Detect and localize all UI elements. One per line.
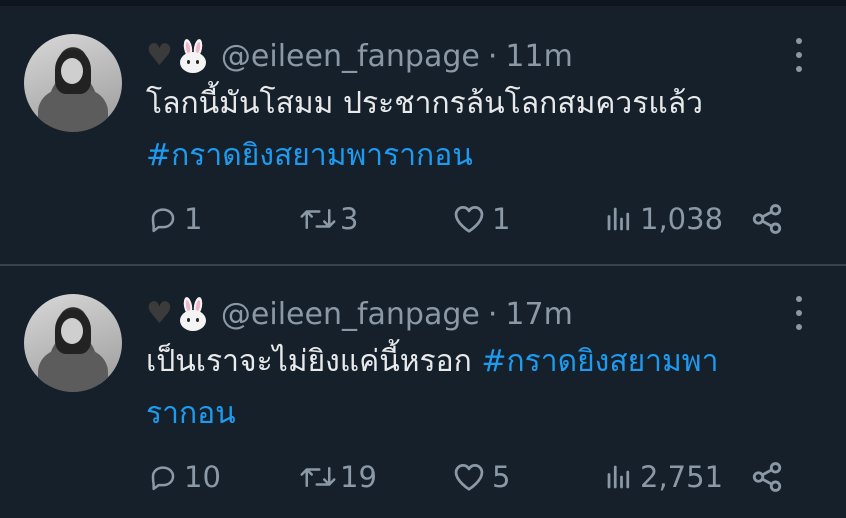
user-handle[interactable]: @eileen_fanpage bbox=[221, 39, 480, 74]
black-heart-emoji: ♥ bbox=[146, 38, 173, 73]
tweet[interactable]: ♥ @eileen_fanpage · 11m โลกนี้มันโสมม ปร… bbox=[0, 6, 846, 264]
tweet-actions: 10 19 5 2,751 bbox=[146, 457, 796, 497]
retweet-icon bbox=[300, 209, 336, 229]
hashtag-link[interactable]: #กราดยิงสยามพา bbox=[481, 344, 718, 379]
tweet-text-body: เป็นเราจะไม่ยิงแค่นี้หรอก bbox=[146, 344, 472, 379]
tweet-text: เป็นเราจะไม่ยิงแค่นี้หรอก #กราดยิงสยามพา… bbox=[146, 336, 806, 440]
avatar-face bbox=[61, 318, 83, 344]
rabbit-face-emoji bbox=[179, 296, 207, 331]
view-count: 2,751 bbox=[640, 460, 724, 494]
tweet-text-line: โลกนี้มันโสมม ประชากรล้นโลกสมควรแล้ว bbox=[146, 86, 703, 121]
user-handle[interactable]: @eileen_fanpage bbox=[221, 297, 480, 332]
avatar-body bbox=[38, 348, 108, 392]
reply-count: 10 bbox=[184, 460, 221, 494]
retweet-icon bbox=[300, 467, 336, 487]
views-button[interactable]: 2,751 bbox=[604, 457, 723, 497]
avatar[interactable] bbox=[24, 34, 122, 132]
share-icon bbox=[752, 204, 782, 234]
tweet[interactable]: ♥ @eileen_fanpage · 17m เป็นเราจะไม่ยิงแ… bbox=[0, 266, 846, 518]
reply-count: 1 bbox=[184, 202, 203, 236]
hashtag-link[interactable]: #กราดยิงสยามพารากอน bbox=[146, 130, 806, 182]
avatar[interactable] bbox=[24, 294, 122, 392]
rabbit-face-emoji bbox=[179, 38, 207, 73]
hashtag-link-continued[interactable]: รากอน bbox=[146, 388, 806, 440]
retweet-button[interactable]: 19 bbox=[298, 457, 377, 497]
tweet-text-line: เป็นเราจะไม่ยิงแค่นี้หรอก #กราดยิงสยามพา bbox=[146, 336, 806, 388]
heart-icon bbox=[454, 206, 484, 233]
timestamp[interactable]: 17m bbox=[505, 297, 572, 332]
separator: · bbox=[487, 38, 498, 74]
avatar-body bbox=[38, 88, 108, 132]
reply-icon bbox=[151, 466, 175, 491]
like-count: 5 bbox=[492, 460, 511, 494]
views-icon bbox=[607, 465, 630, 489]
share-button[interactable] bbox=[750, 457, 784, 497]
more-icon[interactable] bbox=[793, 38, 805, 72]
separator: · bbox=[487, 296, 498, 332]
tweet-header: ♥ @eileen_fanpage · 11m bbox=[146, 36, 573, 76]
avatar-face bbox=[61, 58, 83, 84]
share-button[interactable] bbox=[750, 199, 784, 239]
heart-icon bbox=[454, 464, 484, 491]
tweet-text: โลกนี้มันโสมม ประชากรล้นโลกสมควรแล้ว #กร… bbox=[146, 78, 806, 182]
share-icon bbox=[752, 462, 782, 492]
view-count: 1,038 bbox=[640, 202, 724, 236]
like-count: 1 bbox=[492, 202, 511, 236]
more-icon[interactable] bbox=[793, 296, 805, 330]
tweet-header: ♥ @eileen_fanpage · 17m bbox=[146, 294, 573, 334]
reply-icon bbox=[151, 208, 175, 233]
timestamp[interactable]: 11m bbox=[505, 39, 572, 74]
like-button[interactable]: 5 bbox=[452, 457, 510, 497]
black-heart-emoji: ♥ bbox=[146, 296, 173, 331]
retweet-button[interactable]: 3 bbox=[298, 199, 358, 239]
reply-button[interactable]: 10 bbox=[148, 457, 221, 497]
views-icon bbox=[607, 207, 630, 231]
retweet-count: 19 bbox=[340, 460, 377, 494]
reply-button[interactable]: 1 bbox=[148, 199, 202, 239]
tweet-actions: 1 3 1 1,038 bbox=[146, 199, 796, 239]
like-button[interactable]: 1 bbox=[452, 199, 510, 239]
retweet-count: 3 bbox=[340, 202, 359, 236]
views-button[interactable]: 1,038 bbox=[604, 199, 723, 239]
